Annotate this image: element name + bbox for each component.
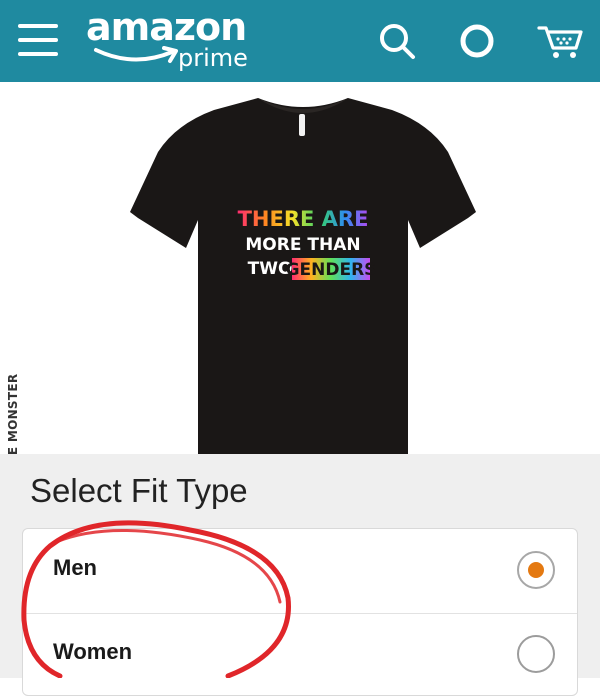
fit-type-options: Men Women (22, 528, 578, 696)
product-tshirt-image[interactable]: THERE ARE MORE THAN TWO GENDERS (130, 90, 476, 454)
menu-icon-bar (18, 24, 58, 28)
menu-button[interactable] (18, 22, 60, 60)
fit-type-section: Select Fit Type Men Women (0, 454, 600, 696)
logo-wordmark: amazon (86, 5, 247, 49)
menu-icon-bar (18, 38, 58, 42)
radio-selected-dot (528, 562, 544, 578)
radio-men-selected[interactable] (517, 551, 555, 589)
search-icon (380, 24, 415, 59)
shirt-print-line2: MORE THAN (245, 235, 360, 255)
app-header: amazon prime (0, 0, 600, 82)
fit-option-men[interactable]: Men (23, 529, 577, 614)
fit-type-title: Select Fit Type (30, 472, 248, 509)
smile-arrow-icon (94, 46, 178, 63)
shirt-print-line3b: GENDERS (286, 260, 377, 280)
product-image-area: THERE ARE MORE THAN TWO GENDERS JOE MONS… (0, 82, 600, 474)
amazon-prime-logo[interactable]: amazon prime (86, 8, 266, 74)
shirt-print-line1: THERE ARE (238, 207, 369, 231)
fit-option-label: Women (53, 639, 133, 664)
cart-icon (537, 26, 583, 58)
logo-prime: prime (178, 44, 248, 72)
assistant-button[interactable] (456, 20, 498, 62)
radio-women-unselected[interactable] (517, 635, 555, 673)
fit-option-women[interactable]: Women (23, 613, 577, 697)
search-button[interactable] (376, 20, 418, 62)
fit-option-label: Men (53, 555, 97, 580)
menu-icon-bar (18, 52, 58, 56)
cart-button[interactable] (536, 20, 584, 62)
assistant-icon (460, 24, 494, 58)
